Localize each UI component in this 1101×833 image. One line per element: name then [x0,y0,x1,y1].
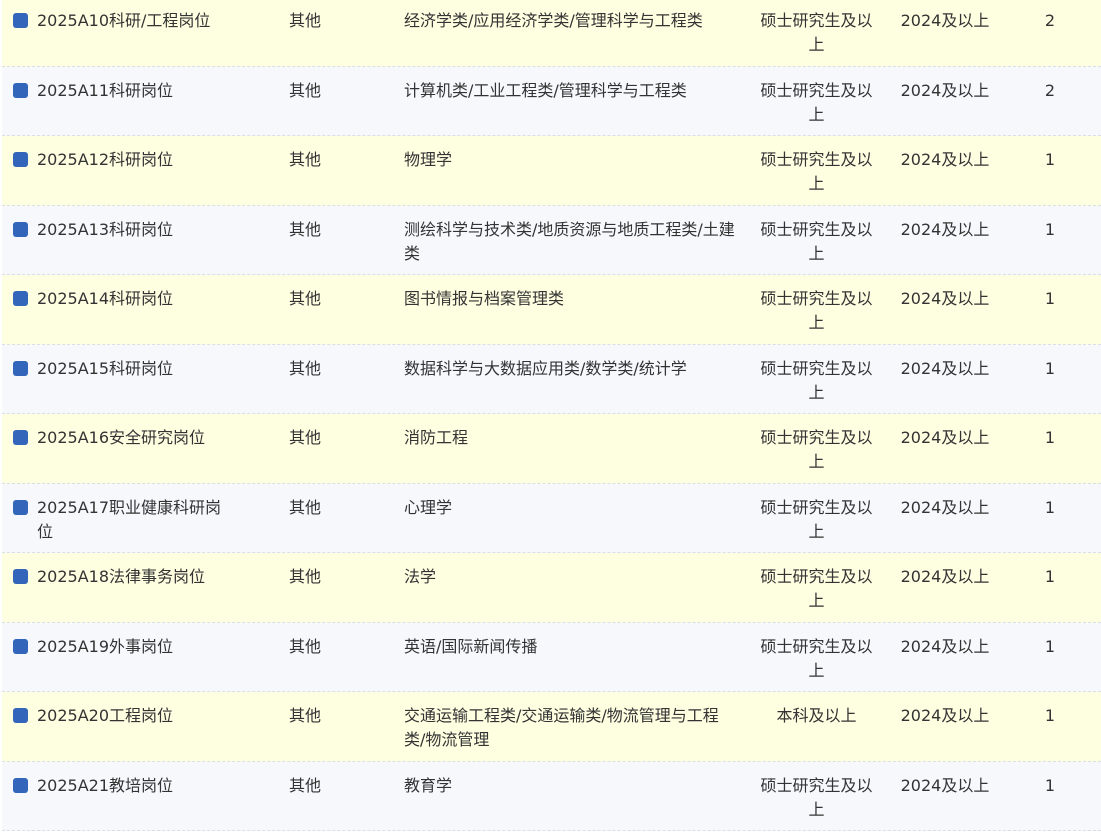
education-requirement: 硕士研究生及以上 [760,428,873,471]
position-type: 其他 [289,219,322,239]
graduation-year: 2024及以上 [900,497,990,517]
graduation-year: 2024及以上 [900,706,990,725]
table-row[interactable]: 2025A11科研岗位 其他 计算机类/工业工程类/管理科学与工程类 硕士研究生… [2,66,1101,136]
position-type: 其他 [289,358,322,378]
education-requirement: 硕士研究生及以上 [760,497,873,541]
graduation-year: 2024及以上 [900,775,990,795]
row-checkbox[interactable] [13,569,28,584]
headcount: 1 [1044,775,1056,795]
headcount: 2 [1044,80,1056,100]
table-row[interactable]: 2025A19外事岗位 其他 英语/国际新闻传播 硕士研究生及以上 2024及以… [2,622,1101,692]
row-checkbox[interactable] [13,777,28,793]
headcount: 2 [1044,11,1056,30]
row-checkbox[interactable] [13,221,28,237]
headcount: 1 [1044,358,1056,378]
row-checkbox[interactable] [13,291,28,306]
table-row[interactable]: 2025A10科研/工程岗位 其他 经济学类/应用经济学类/管理科学与工程类 硕… [2,0,1101,67]
headcount: 1 [1044,706,1056,725]
table-row[interactable]: 2025A15科研岗位 其他 数据科学与大数据应用类/数学类/统计学 硕士研究生… [2,344,1101,414]
major-requirement: 英语/国际新闻传播 [404,636,538,656]
graduation-year: 2024及以上 [900,567,990,586]
major-requirement: 消防工程 [404,428,469,447]
education-requirement: 硕士研究生及以上 [760,289,873,332]
graduation-year: 2024及以上 [900,150,990,169]
major-requirement: 经济学类/应用经济学类/管理科学与工程类 [404,11,703,30]
table-row[interactable]: 2025A13科研岗位 其他 测绘科学与技术类/地质资源与地质工程类/土建类 硕… [2,205,1101,275]
table-row[interactable]: 2025A21教培岗位 其他 教育学 硕士研究生及以上 2024及以上 1 [2,761,1101,831]
position-type: 其他 [289,636,322,656]
position-name: 2025A17职业健康科研岗位 [37,497,222,541]
position-type: 其他 [289,497,322,517]
row-checkbox[interactable] [13,499,28,515]
row-checkbox[interactable] [13,360,28,376]
major-requirement: 法学 [404,567,437,586]
position-type: 其他 [289,289,322,308]
position-name: 2025A14科研岗位 [37,289,174,308]
major-requirement: 心理学 [404,497,453,517]
major-requirement: 物理学 [404,150,453,169]
education-requirement: 硕士研究生及以上 [760,358,873,402]
position-name: 2025A15科研岗位 [37,358,174,378]
graduation-year: 2024及以上 [900,636,990,656]
education-requirement: 硕士研究生及以上 [760,11,873,54]
major-requirement: 数据科学与大数据应用类/数学类/统计学 [404,358,687,378]
graduation-year: 2024及以上 [900,358,990,378]
headcount: 1 [1044,219,1056,239]
graduation-year: 2024及以上 [900,11,990,30]
headcount: 1 [1044,150,1056,169]
row-checkbox[interactable] [13,82,28,98]
position-name: 2025A11科研岗位 [37,80,174,100]
position-name: 2025A18法律事务岗位 [37,567,206,586]
row-checkbox[interactable] [13,708,28,723]
position-type: 其他 [289,428,322,447]
headcount: 1 [1044,567,1056,586]
position-type: 其他 [289,567,322,586]
row-checkbox[interactable] [13,430,28,445]
row-checkbox[interactable] [13,152,28,167]
graduation-year: 2024及以上 [900,80,990,100]
table-row[interactable]: 2025A18法律事务岗位 其他 法学 硕士研究生及以上 2024及以上 1 [2,553,1101,623]
headcount: 1 [1044,289,1056,308]
major-requirement: 测绘科学与技术类/地质资源与地质工程类/土建类 [404,219,735,263]
job-table: 2025A10科研/工程岗位 其他 经济学类/应用经济学类/管理科学与工程类 硕… [2,0,1101,831]
education-requirement: 硕士研究生及以上 [760,80,873,124]
education-requirement: 硕士研究生及以上 [760,775,873,819]
table-row[interactable]: 2025A12科研岗位 其他 物理学 硕士研究生及以上 2024及以上 1 [2,136,1101,206]
row-checkbox[interactable] [13,13,28,28]
major-requirement: 图书情报与档案管理类 [404,289,565,308]
table-row[interactable]: 2025A14科研岗位 其他 图书情报与档案管理类 硕士研究生及以上 2024及… [2,275,1101,345]
table-row[interactable]: 2025A20工程岗位 其他 交通运输工程类/交通运输类/物流管理与工程类/物流… [2,692,1101,762]
headcount: 1 [1044,636,1056,656]
position-name: 2025A13科研岗位 [37,219,174,239]
row-checkbox[interactable] [13,638,28,654]
position-type: 其他 [289,706,322,725]
position-name: 2025A20工程岗位 [37,706,174,725]
education-requirement: 硕士研究生及以上 [760,219,873,263]
position-name: 2025A19外事岗位 [37,636,174,656]
graduation-year: 2024及以上 [900,219,990,239]
position-name: 2025A10科研/工程岗位 [37,11,211,30]
position-type: 其他 [289,775,322,795]
major-requirement: 计算机类/工业工程类/管理科学与工程类 [404,80,687,100]
graduation-year: 2024及以上 [900,289,990,308]
position-type: 其他 [289,80,322,100]
position-type: 其他 [289,11,322,30]
position-name: 2025A21教培岗位 [37,775,174,795]
table-row[interactable]: 2025A17职业健康科研岗位 其他 心理学 硕士研究生及以上 2024及以上 … [2,483,1101,553]
education-requirement: 本科及以上 [776,706,857,725]
position-name: 2025A12科研岗位 [37,150,174,169]
headcount: 1 [1044,497,1056,517]
education-requirement: 硕士研究生及以上 [760,150,873,193]
position-name: 2025A16安全研究岗位 [37,428,206,447]
education-requirement: 硕士研究生及以上 [760,567,873,610]
table-row[interactable]: 2025A16安全研究岗位 其他 消防工程 硕士研究生及以上 2024及以上 1 [2,414,1101,484]
graduation-year: 2024及以上 [900,428,990,447]
position-type: 其他 [289,150,322,169]
education-requirement: 硕士研究生及以上 [760,636,873,680]
major-requirement: 交通运输工程类/交通运输类/物流管理与工程类/物流管理 [404,706,719,749]
major-requirement: 教育学 [404,775,453,795]
headcount: 1 [1044,428,1056,447]
